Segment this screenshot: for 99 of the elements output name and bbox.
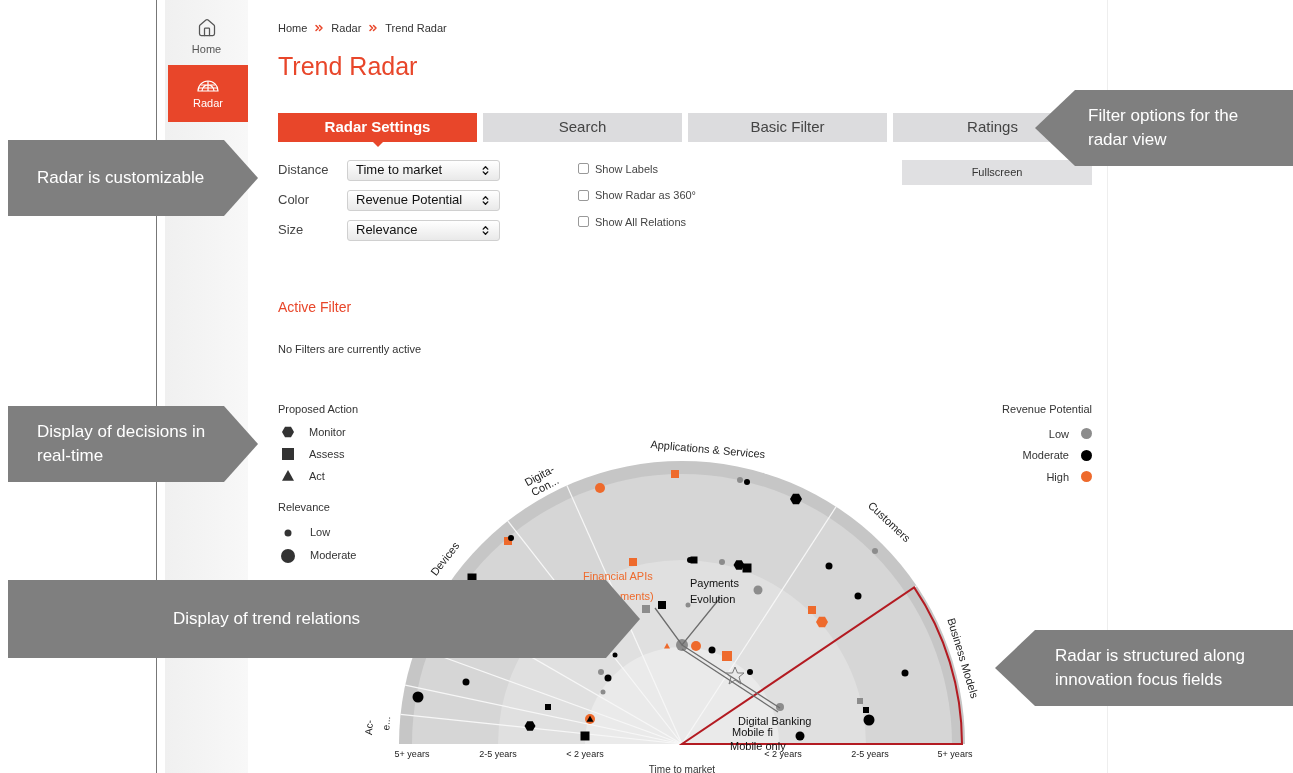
legend-label: High bbox=[1046, 469, 1069, 485]
trend-marker bbox=[412, 691, 424, 703]
trend-marker bbox=[733, 560, 745, 570]
tab[interactable]: Search bbox=[483, 112, 682, 142]
option-label: Show Labels bbox=[595, 161, 658, 177]
dot-icon bbox=[284, 529, 292, 536]
page-title: Trend Radar bbox=[278, 50, 419, 81]
segment-label: Applications & Services bbox=[650, 438, 766, 461]
legend-title: Revenue Potential bbox=[1002, 402, 1092, 417]
star-icon bbox=[725, 666, 745, 685]
legend-label: Moderate bbox=[310, 548, 357, 564]
trend-marker bbox=[676, 639, 688, 651]
breadcrumb-link[interactable]: Trend Radar bbox=[385, 20, 447, 37]
tab-pointer bbox=[372, 141, 383, 147]
trend-label: Financial APIs bbox=[583, 570, 653, 582]
segment-label: Digita- Con... bbox=[522, 462, 561, 499]
checkbox[interactable] bbox=[578, 189, 589, 201]
trend-marker bbox=[722, 651, 732, 661]
trend-marker bbox=[664, 643, 670, 649]
trend-marker bbox=[524, 721, 536, 731]
trend-marker bbox=[753, 585, 763, 595]
trend-marker bbox=[901, 669, 909, 677]
checkbox[interactable] bbox=[578, 216, 589, 228]
trend-marker bbox=[742, 563, 752, 573]
trend-marker bbox=[747, 669, 753, 675]
trend-marker bbox=[580, 731, 590, 741]
ring-label: 5+ years bbox=[937, 749, 973, 759]
trend-marker bbox=[776, 703, 784, 711]
trend-marker bbox=[790, 493, 802, 505]
breadcrumb-link[interactable]: Radar bbox=[331, 20, 362, 37]
annotation-tooltip: Filter options for the radar view bbox=[1035, 90, 1293, 166]
trend-marker bbox=[808, 606, 816, 614]
trend-label: Payments bbox=[690, 577, 739, 589]
trend-marker bbox=[642, 605, 650, 613]
trend-marker bbox=[685, 602, 691, 608]
trend-marker bbox=[708, 646, 716, 654]
trend-marker bbox=[658, 601, 666, 609]
legend-title: Relevance bbox=[278, 499, 331, 515]
ring-label: 5+ years bbox=[394, 749, 430, 759]
option-label: Show Radar as 360° bbox=[595, 188, 696, 203]
updown-icon bbox=[480, 194, 491, 206]
option-label: Show All Relations bbox=[595, 214, 687, 230]
trend-marker bbox=[854, 592, 862, 600]
segment-label: e... bbox=[380, 716, 393, 731]
legend-label: Assess bbox=[309, 446, 345, 462]
legend-title: Proposed Action bbox=[278, 402, 360, 417]
trend-marker bbox=[545, 704, 551, 710]
annotation-tooltip: Display of decisions in real-time bbox=[8, 406, 258, 482]
legend-label: Act bbox=[309, 468, 325, 484]
trend-marker bbox=[691, 641, 701, 651]
trend-marker bbox=[872, 548, 878, 554]
setting-label: Color bbox=[278, 191, 311, 210]
trend-marker bbox=[462, 678, 470, 686]
trend-marker bbox=[629, 558, 637, 566]
select-field[interactable]: Relevance bbox=[347, 219, 500, 241]
setting-label: Size bbox=[278, 221, 305, 240]
trend-marker bbox=[595, 483, 605, 493]
updown-icon bbox=[480, 164, 491, 176]
trend-label: ments) bbox=[620, 590, 654, 602]
trend-marker bbox=[671, 470, 679, 478]
hexagon-icon bbox=[282, 426, 294, 438]
section-title: Active Filter bbox=[278, 297, 353, 317]
select-field[interactable]: Revenue Potential bbox=[347, 189, 500, 211]
ring-label: 2-5 years bbox=[479, 749, 517, 759]
dot-icon bbox=[281, 548, 295, 563]
sidebar-item[interactable]: Radar bbox=[168, 65, 248, 122]
trend-label: Evolution bbox=[690, 593, 736, 605]
trend-marker bbox=[816, 616, 828, 628]
legend-label: Low bbox=[310, 525, 331, 541]
legend-label: Low bbox=[1048, 426, 1069, 442]
legend-label: Moderate bbox=[1022, 448, 1069, 463]
square-icon bbox=[282, 448, 294, 460]
fullscreen-button[interactable]: Fullscreen bbox=[902, 159, 1092, 185]
annotation-tooltip: Radar is customizable bbox=[8, 140, 258, 216]
setting-label: Distance bbox=[278, 161, 330, 180]
trend-marker bbox=[795, 731, 805, 741]
segment-label: Ac- bbox=[363, 719, 375, 736]
legend-label: Monitor bbox=[309, 424, 346, 440]
trend-label: Mobile fi bbox=[732, 726, 773, 738]
filter-message: No Filters are currently active bbox=[278, 341, 423, 357]
segment-label: Business Models bbox=[945, 616, 982, 700]
breadcrumb-link[interactable]: Home bbox=[278, 20, 308, 37]
checkbox[interactable] bbox=[578, 163, 589, 175]
trend-label: Digital Banking bbox=[738, 715, 812, 727]
axis-title: Time to market bbox=[648, 764, 716, 773]
trend-marker bbox=[825, 562, 833, 570]
sidebar-item[interactable]: Home bbox=[165, 15, 248, 61]
ring-label: 2-5 years bbox=[851, 749, 889, 759]
trend-marker bbox=[719, 559, 725, 565]
triangle-icon bbox=[282, 470, 294, 481]
trend-marker bbox=[857, 698, 863, 704]
annotation-tooltip: Radar is structured along innovation focus fields bbox=[995, 630, 1293, 706]
home-icon bbox=[196, 18, 217, 39]
updown-icon bbox=[480, 224, 491, 236]
trend-marker bbox=[612, 652, 618, 658]
trend-marker bbox=[600, 689, 606, 695]
select-field[interactable]: Time to market bbox=[347, 159, 500, 181]
ring-label: < 2 years bbox=[566, 749, 604, 759]
tab[interactable]: Basic Filter bbox=[688, 112, 887, 142]
